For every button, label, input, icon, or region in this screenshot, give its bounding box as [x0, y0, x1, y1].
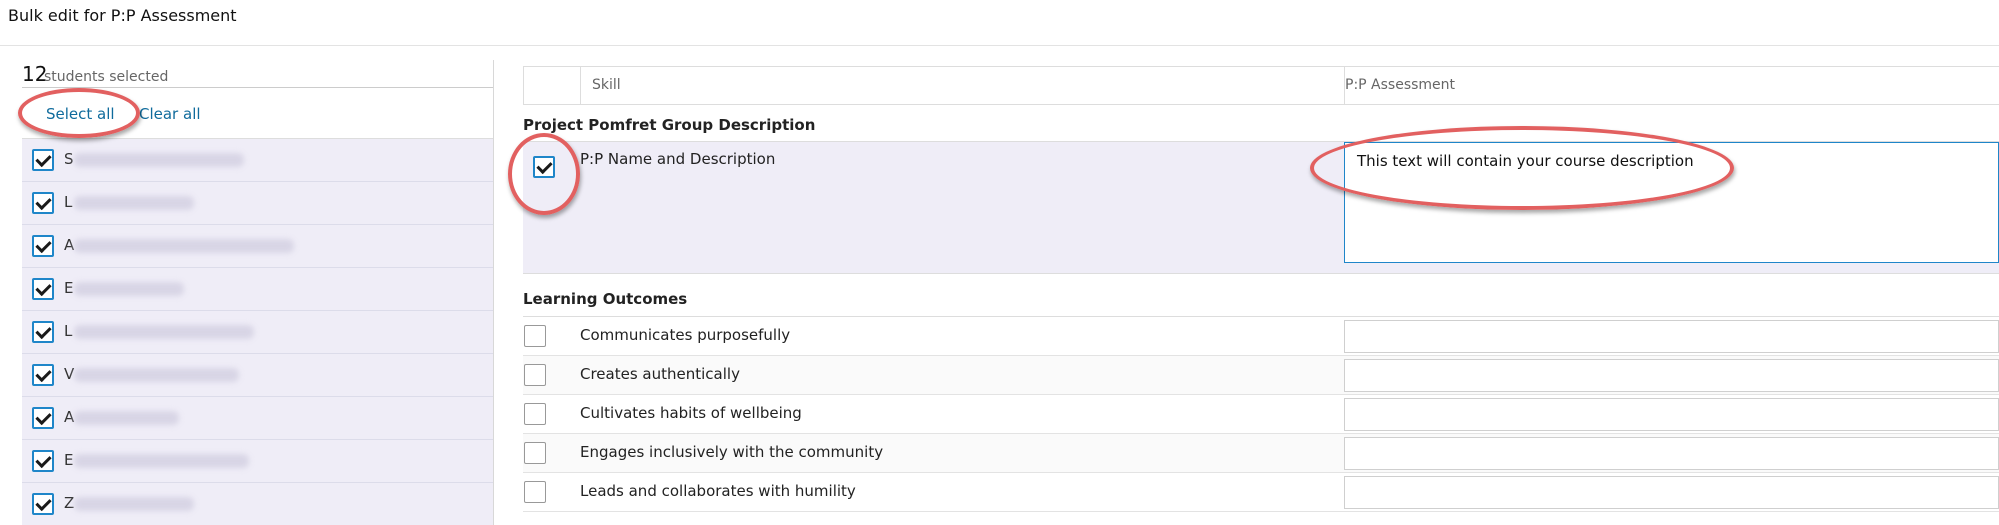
student-row[interactable]: L — [22, 182, 494, 225]
row-checkbox[interactable] — [524, 481, 546, 503]
table-header: Skill P:P Assessment — [523, 66, 1999, 105]
student-name: L — [64, 193, 73, 211]
blurred-name — [74, 239, 294, 253]
student-name: A — [64, 408, 75, 426]
select-all-button[interactable]: Select all — [46, 105, 115, 123]
assessment-input[interactable] — [1344, 320, 1999, 353]
student-name: E — [64, 279, 74, 297]
page-title: Bulk edit for P:P Assessment — [8, 6, 237, 25]
assessment-input[interactable] — [1344, 476, 1999, 509]
student-row[interactable]: E — [22, 440, 494, 483]
skill-label: Leads and collaborates with humility — [580, 482, 856, 500]
blurred-name — [74, 325, 254, 339]
blurred-name — [74, 282, 184, 296]
row-checkbox[interactable] — [524, 364, 546, 386]
student-row[interactable]: A — [22, 397, 494, 440]
table-row: Leads and collaborates with humility — [523, 473, 1999, 512]
student-name: L — [64, 322, 73, 340]
student-row[interactable]: E — [22, 268, 494, 311]
header-divider — [0, 45, 1999, 46]
blurred-name — [74, 196, 194, 210]
student-checkbox[interactable] — [32, 149, 54, 171]
student-name: E — [64, 451, 74, 469]
panel-divider — [493, 60, 494, 525]
group-title: Project Pomfret Group Description — [523, 116, 816, 134]
student-name: A — [64, 236, 75, 254]
column-header-skill: Skill — [592, 77, 621, 93]
skill-label: Cultivates habits of wellbeing — [580, 404, 802, 422]
student-selection-panel: 12 students selected Select all Clear al… — [22, 60, 494, 525]
student-checkbox[interactable] — [32, 407, 54, 429]
student-name: S — [64, 150, 74, 168]
student-name: V — [64, 365, 75, 383]
assessment-input[interactable] — [1344, 398, 1999, 431]
group-title: Learning Outcomes — [523, 290, 688, 308]
row-checkbox[interactable] — [524, 403, 546, 425]
student-list: S L A E L V A E Z — [22, 138, 494, 525]
student-checkbox[interactable] — [32, 493, 54, 515]
assessment-input[interactable] — [1344, 437, 1999, 470]
blurred-name — [74, 454, 249, 468]
student-row[interactable]: S — [22, 139, 494, 182]
student-checkbox[interactable] — [32, 192, 54, 214]
table-row: Engages inclusively with the community — [523, 434, 1999, 473]
count-divider — [22, 87, 494, 88]
student-row[interactable]: V — [22, 354, 494, 397]
table-row: P:P Name and Description This text will … — [523, 142, 1999, 274]
table-row: Cultivates habits of wellbeing — [523, 395, 1999, 434]
skill-label: Creates authentically — [580, 365, 740, 383]
clear-all-button[interactable]: Clear all — [139, 105, 201, 123]
student-row[interactable]: A — [22, 225, 494, 268]
student-row[interactable]: L — [22, 311, 494, 354]
student-checkbox[interactable] — [32, 278, 54, 300]
skill-label: P:P Name and Description — [580, 150, 776, 168]
row-checkbox[interactable] — [524, 325, 546, 347]
blurred-name — [74, 411, 179, 425]
blurred-name — [74, 368, 239, 382]
student-checkbox[interactable] — [32, 450, 54, 472]
student-checkbox[interactable] — [32, 364, 54, 386]
skill-label: Communicates purposefully — [580, 326, 791, 344]
row-checkbox[interactable] — [533, 156, 555, 178]
blurred-name — [74, 497, 194, 511]
skill-label: Engages inclusively with the community — [580, 443, 884, 461]
table-row: Creates authentically — [523, 356, 1999, 395]
row-checkbox[interactable] — [524, 442, 546, 464]
student-name: Z — [64, 494, 75, 512]
selected-count-label: students selected — [44, 69, 169, 85]
column-header-assessment: P:P Assessment — [1345, 77, 1456, 93]
student-row[interactable]: Z — [22, 483, 494, 525]
table-row: Communicates purposefully — [523, 317, 1999, 356]
column-separator — [580, 67, 581, 105]
blurred-name — [74, 153, 244, 167]
assessment-textarea[interactable]: This text will contain your course descr… — [1344, 142, 1999, 263]
student-checkbox[interactable] — [32, 235, 54, 257]
assessment-input[interactable] — [1344, 359, 1999, 392]
student-checkbox[interactable] — [32, 321, 54, 343]
